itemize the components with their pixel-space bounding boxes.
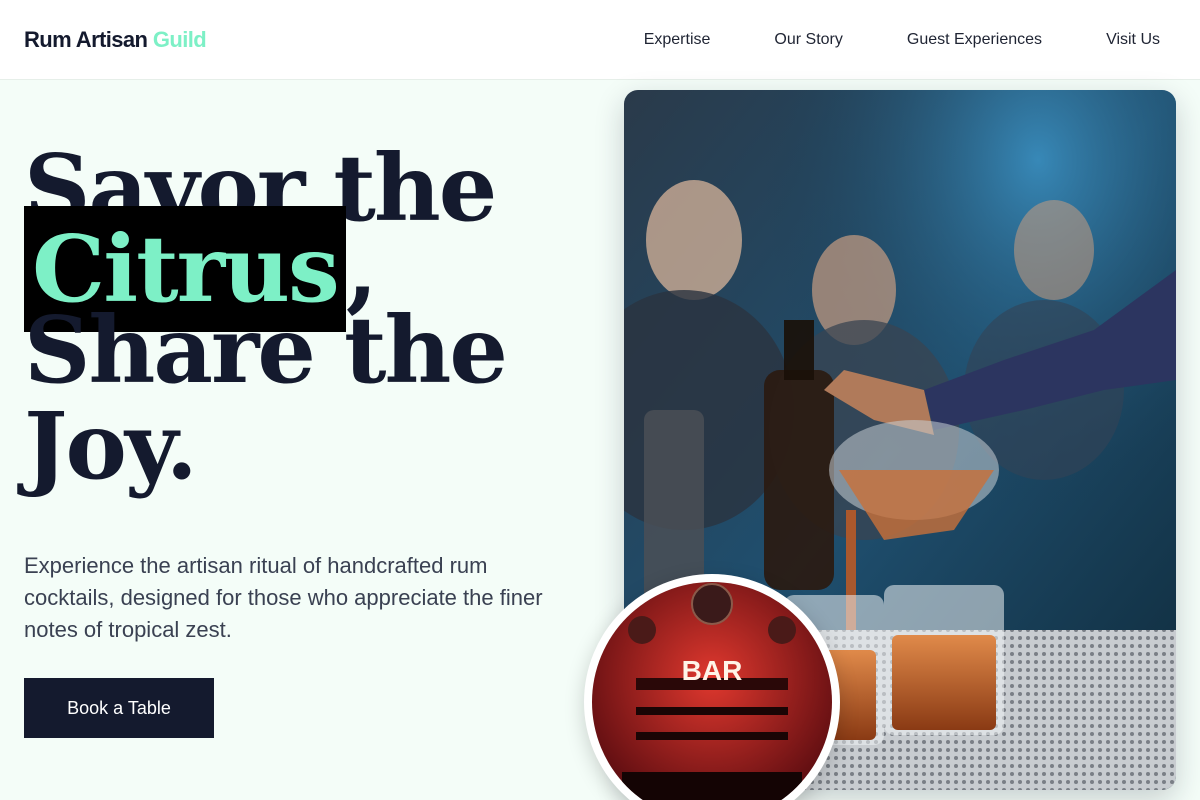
brand-logo[interactable]: Rum Artisan Guild <box>24 26 207 53</box>
main-nav: Expertise Our Story Guest Experiences Vi… <box>644 31 1160 49</box>
headline-line-3: Share the <box>24 296 508 404</box>
headline-line-4: Joy. <box>24 392 198 500</box>
site-header: Rum Artisan Guild Expertise Our Story Gu… <box>0 0 1200 80</box>
nav-link-expertise[interactable]: Expertise <box>644 31 711 49</box>
bar-sign-text: BAR <box>682 655 743 686</box>
bar-interior-illustration: BAR <box>592 582 832 800</box>
nav-link-visit-us[interactable]: Visit Us <box>1106 31 1160 49</box>
bar-interior-photo: BAR <box>592 582 832 800</box>
nav-link-guest-experiences[interactable]: Guest Experiences <box>907 31 1042 49</box>
hero-subtitle: Experience the artisan ritual of handcra… <box>24 553 543 642</box>
brand-name: Rum Artisan <box>24 26 148 52</box>
hero-headline: Savor the Citrus, Share the Joy. <box>24 140 584 494</box>
book-table-button[interactable]: Book a Table <box>24 678 214 738</box>
brand-name-accent: Guild <box>152 26 207 52</box>
nav-link-our-story[interactable]: Our Story <box>774 31 842 49</box>
